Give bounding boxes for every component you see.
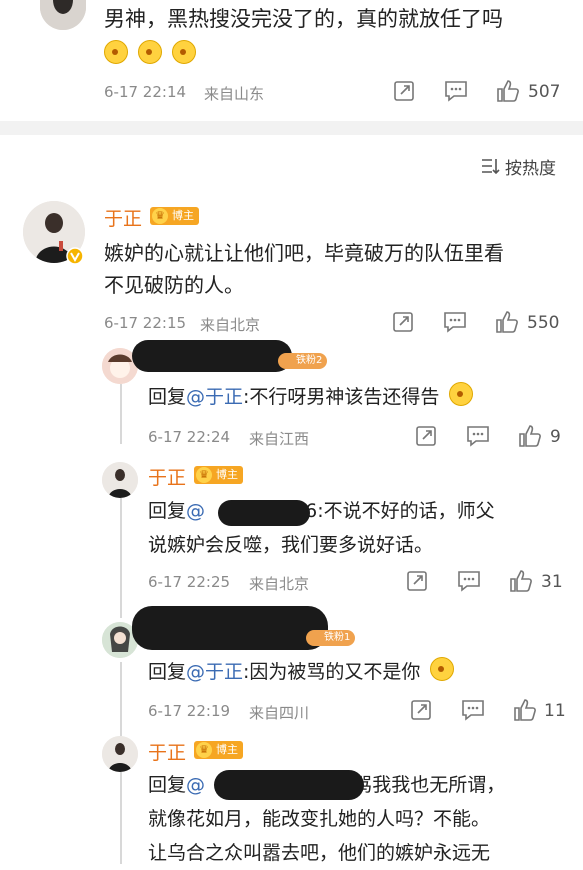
crying-emoji-icon [449,382,474,406]
author-name[interactable]: 于正 [148,463,186,490]
verified-icon [66,247,84,265]
avatar[interactable] [102,462,138,498]
blogger-badge: ♛ 博主 [194,741,243,759]
mention-link[interactable]: @于正 [186,386,243,408]
blogger-badge: ♛ 博主 [194,466,243,484]
comment-icon[interactable] [457,570,481,592]
like-count: 9 [550,427,561,447]
share-icon[interactable] [410,699,432,721]
mention-link[interactable]: @ [186,500,205,522]
thread-line [120,498,122,618]
reply-body: :因为被骂的又不是你 [243,661,421,683]
like-count: 11 [544,701,566,721]
thumbs-up-icon[interactable] [495,310,519,334]
thumbs-up-icon[interactable] [513,698,537,722]
share-icon[interactable] [406,570,428,592]
comment-text: 不见破防的人。 [104,273,244,297]
comment-text: 男神，黑热搜没完没了的，真的就放任了吗 [104,7,503,31]
reply-time: 6-17 22:19 [148,702,231,720]
avatar-image [102,462,138,498]
like-count: 507 [528,82,561,102]
redacted-username [214,770,364,800]
reply-text: 就像花如月，能改变扎她的人吗？不能。 [148,808,491,830]
reply-text: 回复@76:不说不好的话，师父 [148,495,495,528]
reply-prefix: 回复 [148,774,187,796]
surprised-emoji-icon [172,40,197,64]
redacted-username [132,340,292,372]
avatar-image [102,736,138,772]
comment-time: 6-17 22:14 [104,83,187,101]
sort-icon[interactable] [480,157,500,175]
reply-time: 6-17 22:24 [148,428,231,446]
avatar-image [40,0,86,30]
fan-badge: 铁粉2 [278,353,328,369]
redacted-username [218,500,310,526]
reply-body: :骂我我也无所谓， [346,774,506,796]
crown-icon: ♛ [196,467,212,483]
author-name[interactable]: 于正 [148,738,186,765]
comment-icon[interactable] [461,699,485,721]
like-count: 550 [527,313,560,333]
reply-text: 回复@于正:因为被骂的又不是你 [148,656,459,689]
blogger-badge: ♛ 博主 [150,207,199,225]
thumbs-up-icon[interactable] [518,424,542,448]
surprised-emoji-icon [138,40,163,64]
section-divider [0,121,583,135]
share-icon[interactable] [393,80,415,102]
mention-link[interactable]: @ [186,774,205,796]
like-count: 31 [541,572,563,592]
thread-line [120,384,122,444]
comment-time: 6-17 22:15 [104,314,187,332]
thread-line [120,772,122,864]
surprised-emoji-icon [104,40,128,64]
reply-body: :不行呀男神该告还得告 [243,386,440,408]
reply-prefix: 回复 [148,386,187,408]
redacted-username [132,606,328,650]
crown-icon: ♛ [152,208,168,224]
thread-line [120,662,122,736]
comment-icon[interactable] [466,425,490,447]
emoji-row [104,40,201,65]
reply-location: 来自北京 [249,575,310,593]
comment-location: 来自山东 [204,85,265,103]
mention-link[interactable]: @于正 [186,661,243,683]
laughing-crying-emoji-icon [430,657,455,681]
avatar[interactable] [102,736,138,772]
reply-location: 来自江西 [249,430,310,448]
reply-prefix: 回复 [148,500,187,522]
fan-badge: 铁粉1 [306,630,356,646]
reply-location: 来自四川 [249,704,310,722]
author-name[interactable]: 于正 [104,204,142,231]
reply-text: 说嫉妒会反噬，我们要多说好话。 [148,534,434,556]
thumbs-up-icon[interactable] [496,79,520,103]
avatar[interactable] [40,0,86,30]
reply-time: 6-17 22:25 [148,573,231,591]
reply-text: 回复@于正:不行呀男神该告还得告 [148,381,478,414]
thumbs-up-icon[interactable] [509,569,533,593]
sort-button[interactable]: 按热度 [505,154,556,179]
comment-icon[interactable] [444,80,468,102]
comment-text: 嫉妒的心就让让他们吧，毕竟破万的队伍里看 [104,241,504,265]
crown-icon: ♛ [196,742,212,758]
reply-text: 让乌合之众叫嚣去吧，他们的嫉妒永远无 [148,842,491,864]
comment-location: 来自北京 [200,316,261,334]
reply-prefix: 回复 [148,661,187,683]
share-icon[interactable] [392,311,414,333]
share-icon[interactable] [415,425,437,447]
comment-icon[interactable] [443,311,467,333]
reply-body: :不说不好的话，师父 [317,500,495,522]
